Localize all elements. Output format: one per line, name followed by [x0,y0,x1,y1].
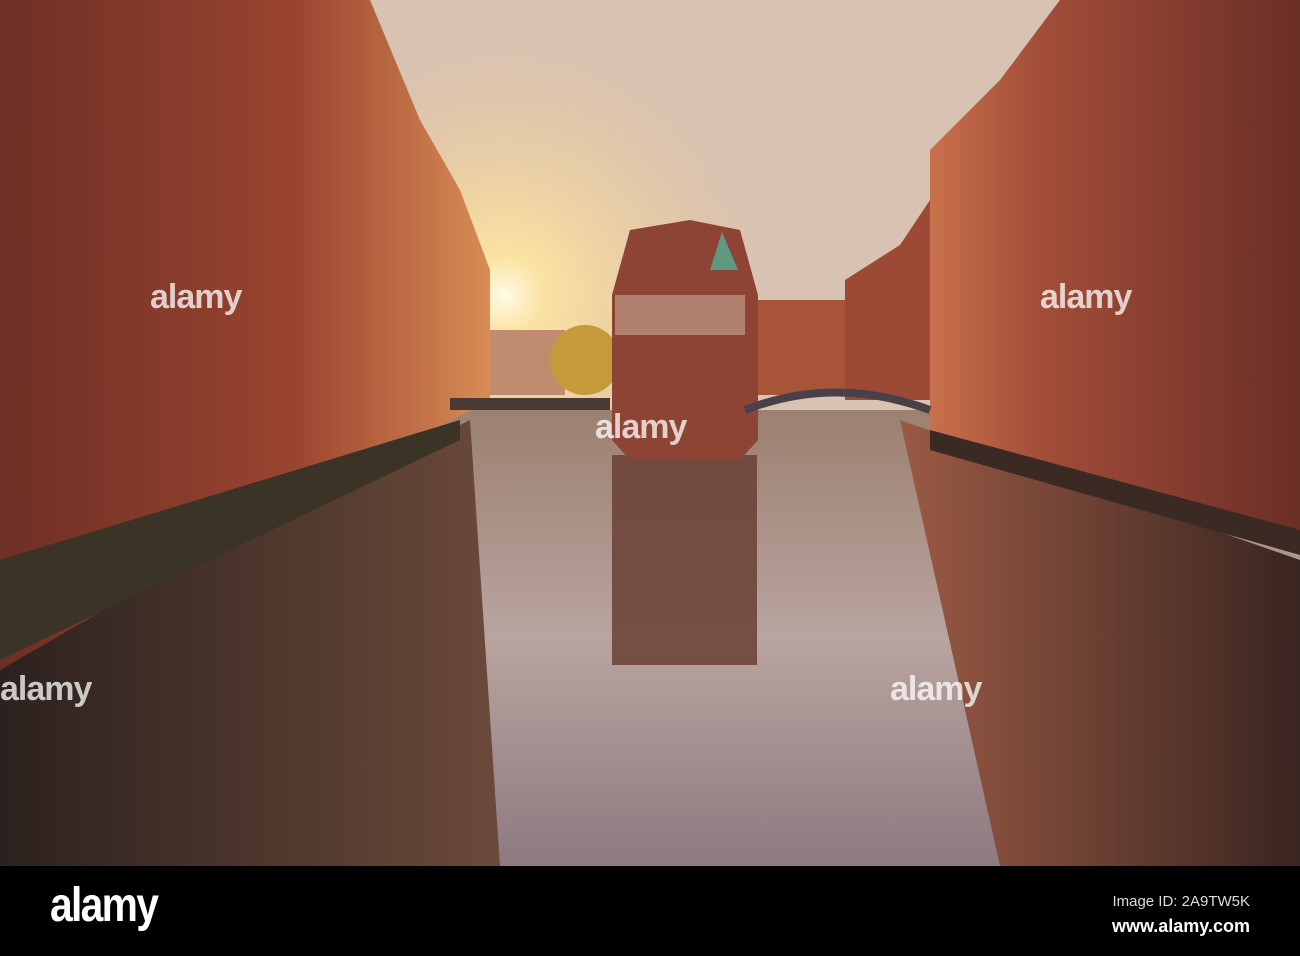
tree [550,325,620,395]
website-link: www.alamy.com [1111,916,1250,936]
watermark: alamy [1040,278,1132,316]
watermark: alamy [0,670,92,708]
watermark: alamy [150,278,242,316]
image-id: Image ID: 2A9TW5K [1112,893,1250,910]
alamy-logo: alamy [50,879,159,932]
building-window-band [615,295,745,335]
left-bridge [450,398,610,410]
watermark: alamy [595,408,687,446]
footer-bar [0,866,1300,956]
canal-photo: alamy alamy alamy alamy alamy [0,0,1300,866]
watermark: alamy [890,670,982,708]
far-right-warehouses [755,300,855,395]
center-reflection [612,455,757,665]
